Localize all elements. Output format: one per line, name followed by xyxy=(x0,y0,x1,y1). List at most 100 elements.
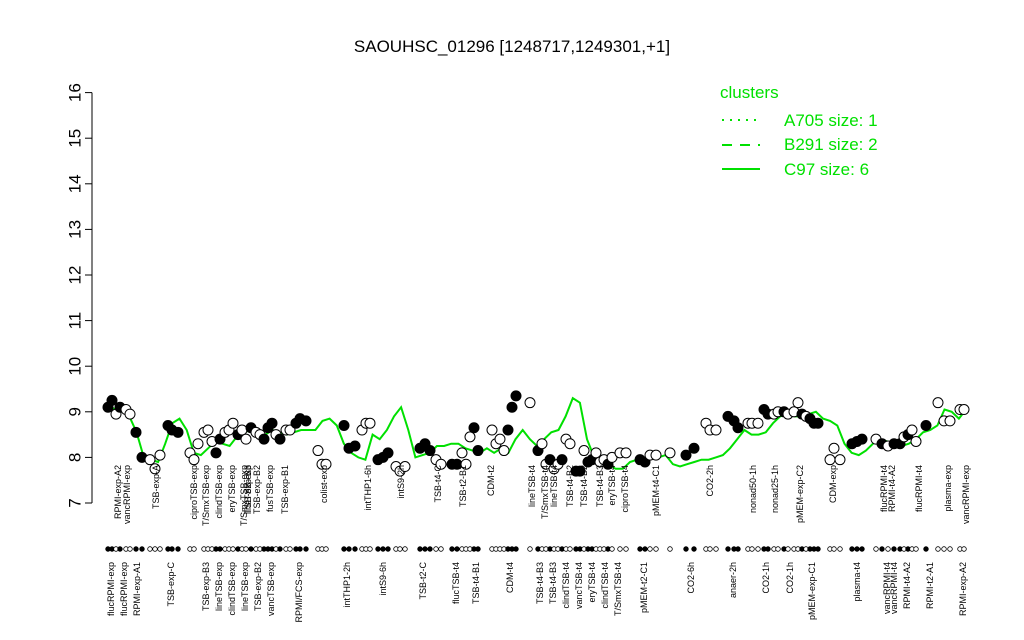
data-point xyxy=(910,435,922,447)
data-point xyxy=(274,433,286,445)
x-label-lower: flucTSB-t4 xyxy=(451,562,461,604)
x-label-lower: anaer-2h xyxy=(728,562,738,598)
x-label-lower: vancRPMI-t4 xyxy=(889,562,899,614)
data-point xyxy=(664,447,676,459)
x-label-upper: intS9-2h xyxy=(396,465,406,499)
x-label-lower: CO2-1h xyxy=(785,562,795,594)
x-label-upper: pMEM-exp-C2 xyxy=(795,465,805,523)
data-point xyxy=(130,426,142,438)
x-label-lower: RPMI/FCS-exp xyxy=(294,562,304,623)
chart-title: SAOUHSC_01296 [1248717,1249301,+1] xyxy=(354,37,670,56)
rug-marker xyxy=(427,546,433,552)
rug-marker xyxy=(277,546,283,552)
x-label-lower: clindTSB-exp xyxy=(227,562,237,616)
data-point xyxy=(227,417,239,429)
rug-marker xyxy=(527,546,533,552)
data-point xyxy=(502,424,514,436)
y-tick-label: 16 xyxy=(65,83,84,102)
data-point xyxy=(382,447,394,459)
data-point xyxy=(510,390,522,402)
x-label-lower: lineTSB-exp xyxy=(214,562,224,611)
x-label-lower: RPMI-exp-A1 xyxy=(132,562,142,616)
data-point xyxy=(154,449,166,461)
data-point xyxy=(906,424,918,436)
x-label-lower: TSB-exp-C xyxy=(166,562,176,607)
rug-marker xyxy=(879,546,885,552)
data-point xyxy=(710,424,722,436)
rug-marker xyxy=(449,546,455,552)
y-tick-label: 12 xyxy=(65,266,84,285)
rug-marker xyxy=(854,546,860,552)
rug-marker xyxy=(691,546,697,552)
rug-marker xyxy=(831,546,837,552)
rug-marker xyxy=(287,546,293,552)
data-point xyxy=(240,433,252,445)
rug-markers-group xyxy=(105,546,967,552)
rug-marker xyxy=(642,546,648,552)
data-point xyxy=(578,445,590,457)
x-label-lower: CDM-t4 xyxy=(505,562,515,593)
data-point xyxy=(958,404,970,416)
rug-marker xyxy=(133,546,139,552)
rug-marker xyxy=(385,546,391,552)
x-label-lower: clindTSB-t4 xyxy=(600,562,610,609)
x-label-lower: TSB-exp-B3 xyxy=(201,562,211,611)
data-points-group xyxy=(102,390,970,477)
data-point xyxy=(312,445,324,457)
rug-marker xyxy=(891,546,897,552)
rug-marker xyxy=(873,546,879,552)
x-label-lower: TSB-exp-B2 xyxy=(253,562,263,611)
x-label-upper: ciproTSB-t4 xyxy=(620,465,630,513)
x-label-upper: colist-exp xyxy=(319,465,329,503)
rug-marker xyxy=(438,546,444,552)
data-point xyxy=(266,417,278,429)
x-labels-group: RPMI-exp-A2 vancRPMI-exp TSB-exp-A ciproTSB… xyxy=(106,465,971,623)
rug-marker xyxy=(637,546,643,552)
rug-marker xyxy=(725,546,731,552)
data-point xyxy=(456,447,468,459)
data-point xyxy=(920,419,932,431)
data-point xyxy=(172,426,184,438)
x-label-upper: TSB-t4-C xyxy=(433,465,443,503)
data-point xyxy=(498,445,510,457)
expression-chart: SAOUHSC_01296 [1248717,1249301,+1] 7 8 9 10… xyxy=(65,37,971,623)
rug-marker xyxy=(341,546,347,552)
rug-marker xyxy=(230,546,236,552)
x-label-upper: TSB-t4-B3 xyxy=(595,465,605,507)
rug-marker xyxy=(475,546,481,552)
rug-marker xyxy=(157,546,163,552)
rug-marker xyxy=(749,546,755,552)
data-point xyxy=(494,433,506,445)
x-label-upper: CO2-2h xyxy=(705,465,715,497)
rug-marker xyxy=(175,546,181,552)
rug-marker xyxy=(323,546,329,552)
data-point xyxy=(856,433,868,445)
x-label-upper: intTHP1-6h xyxy=(363,465,373,511)
rug-marker xyxy=(617,546,623,552)
x-label-lower: vancTSB-exp xyxy=(266,562,276,616)
rug-marker xyxy=(375,546,381,552)
y-tick-label: 9 xyxy=(65,407,84,416)
data-point xyxy=(300,415,312,427)
rug-marker xyxy=(243,546,249,552)
x-label-lower: TSB-t4-B1 xyxy=(471,562,481,604)
data-point xyxy=(349,440,361,452)
rug-marker xyxy=(422,546,428,552)
x-label-upper: nonad50-1h xyxy=(748,465,758,513)
y-tick-label: 15 xyxy=(65,129,84,148)
x-label-upper: pMEM-t4-C1 xyxy=(651,465,661,516)
legend-entry-b291: B291 size: 2 xyxy=(784,135,878,154)
rug-marker xyxy=(454,546,460,552)
data-point xyxy=(258,433,270,445)
rug-marker xyxy=(653,546,659,552)
data-point xyxy=(210,447,222,459)
rug-marker xyxy=(433,546,439,552)
x-label-lower: RPMI-exp-A2 xyxy=(958,562,968,616)
rug-marker xyxy=(923,546,929,552)
y-tick-label: 13 xyxy=(65,220,84,239)
data-point xyxy=(824,454,836,466)
legend: clusters A705 size: 1 B291 size: 2 C97 s… xyxy=(720,83,878,179)
x-label-upper: eryTSB-exp xyxy=(227,465,237,513)
data-point xyxy=(472,445,484,457)
y-axis: 7 8 9 10 11 12 13 14 15 16 xyxy=(65,83,93,508)
